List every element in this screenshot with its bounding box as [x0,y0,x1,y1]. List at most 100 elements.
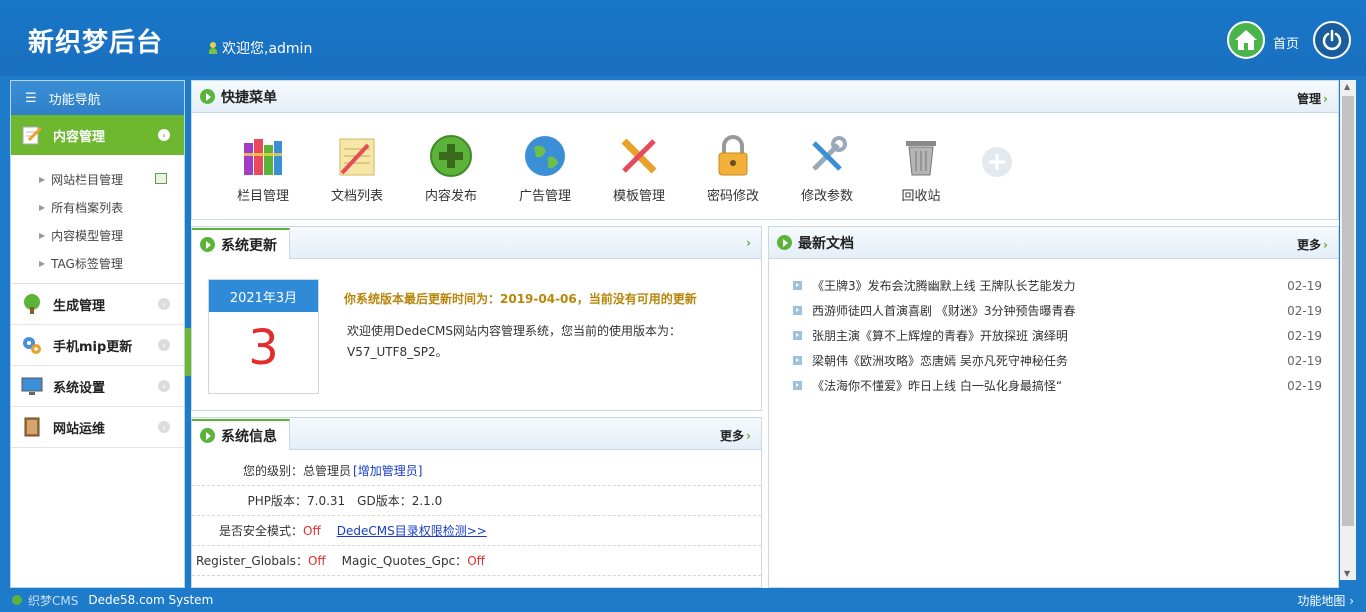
doc-title[interactable]: 《王牌3》发布会沈腾幽默上线 王牌队长艺能发力 [812,277,1287,294]
doc-date: 02-19 [1287,303,1322,318]
chevron-right-icon: › [158,421,170,433]
list-item[interactable]: 梁朝伟《欧洲攻略》恋唐嫣 吴亦凡死守神秘任务 02-19 [793,348,1322,373]
footer-bar: 织梦CMS Dede58.com System 功能地图 › [0,588,1366,612]
home-link[interactable]: 首页 [1273,33,1299,52]
system-info-more-link[interactable]: 更多 › [720,427,751,444]
tree-icon [24,294,40,314]
bullet-icon [793,306,802,315]
sidebar-item-mobile-mip[interactable]: 手机mip更新 › [11,325,184,366]
sidebar: ☰ 功能导航 内容管理 › ▶ 网站栏目管理 ▶ 所有档案列表 ▶ 内容模型管理… [10,80,185,588]
info-label: 您的级别： [242,464,303,478]
quick-item-label: 修改参数 [800,189,853,204]
scroll-thumb[interactable] [1342,96,1354,526]
submenu-item-content-models[interactable]: ▶ 内容模型管理 [39,221,184,249]
lock-icon [718,135,748,176]
books-icon [244,139,282,175]
doc-date: 02-19 [1287,353,1322,368]
submenu-label: TAG标签管理 [51,256,123,271]
scroll-down-icon[interactable]: ▼ [1344,569,1350,578]
permission-check-link[interactable]: DedeCMS目录权限检测>> [337,522,487,539]
system-info-list: 您的级别： 总管理员 [增加管理员] PHP版本： 7.0.31 GD版本： 2… [192,450,761,576]
chevron-right-icon: › [158,339,170,351]
sitemap-label: 功能地图 [1297,594,1346,608]
system-info-panel: 系统信息 更多 › 您的级别： 总管理员 [增加管理员] PHP版本： 7.0.3… [191,417,762,588]
home-button[interactable] [1227,21,1265,59]
quick-item-password[interactable]: 密码修改 [686,133,780,204]
submenu-item-all-archives[interactable]: ▶ 所有档案列表 [39,193,184,221]
arrow-circle-icon [777,235,792,250]
system-info-title: 系统信息 [221,428,277,445]
update-description: 欢迎使用DedeCMS网站内容管理系统，您当前的使用版本为：V57_UTF8_S… [347,324,681,359]
quick-item-columns[interactable]: 栏目管理 [216,133,310,204]
system-update-more-link[interactable]: › [744,236,751,250]
sidebar-item-site-ops[interactable]: 网站运维 › [11,407,184,448]
submenu: ▶ 网站栏目管理 ▶ 所有档案列表 ▶ 内容模型管理 ▶ TAG标签管理 [11,155,184,284]
doc-title[interactable]: 梁朝伟《欧洲攻略》恋唐嫣 吴亦凡死守神秘任务 [812,352,1287,369]
tab-system-update[interactable]: 系统更新 [192,228,290,259]
add-admin-link[interactable]: [增加管理员] [353,462,422,479]
wrench-screwdriver-icon [812,136,847,171]
quick-item-publish[interactable]: 内容发布 [404,133,498,204]
chevron-right-icon: › [1323,92,1328,106]
logout-button[interactable] [1313,21,1351,59]
info-value: 7.0.31 [307,493,346,508]
add-shortcut-icon[interactable]: + [982,147,1012,177]
sitemap-link[interactable]: 功能地图 › [1297,592,1354,609]
quick-item-label: 模板管理 [612,189,665,204]
bullet-icon [793,331,802,340]
info-row-level: 您的级别： 总管理员 [增加管理员] [192,456,761,486]
submenu-item-tag-management[interactable]: ▶ TAG标签管理 [39,249,184,277]
quick-item-ads[interactable]: 广告管理 [498,133,592,204]
add-column-icon[interactable] [155,173,167,184]
latest-docs-more-link[interactable]: 更多 › [1297,236,1328,253]
triangle-right-icon: ▶ [39,258,46,268]
quick-item-doc-list[interactable]: 文档列表 [310,133,404,204]
doc-title[interactable]: 张朋主演《算不上辉煌的青春》开放探班 演绎明 [812,327,1287,344]
system-update-panel: 系统更新 › 2021年3月 3 你系统版本最后更新时间为：2019-04-06… [191,226,762,411]
welcome-label: 欢迎您,admin [222,41,313,57]
latest-docs-list: 《王牌3》发布会沈腾幽默上线 王牌队长艺能发力 02-19 西游师徒四人首演喜剧… [769,259,1338,398]
monitor-icon [21,377,43,395]
sidebar-item-generate[interactable]: 生成管理 › [11,284,184,325]
doc-title[interactable]: 西游师徒四人首演喜剧 《财迷》3分钟预告曝青春 [812,302,1287,319]
calendar-month: 2021年3月 [209,280,318,312]
calendar-day: 3 [248,320,279,376]
sidebar-item-content-management[interactable]: 内容管理 › [11,115,184,155]
list-item[interactable]: 西游师徒四人首演喜剧 《财迷》3分钟预告曝青春 02-19 [793,298,1322,323]
list-item[interactable]: 张朋主演《算不上辉煌的青春》开放探班 演绎明 02-19 [793,323,1322,348]
scroll-up-icon[interactable]: ▲ [1344,82,1350,91]
footer-system-label: Dede58.com System [88,593,214,607]
info-label: Magic_Quotes_Gpc： [341,554,468,568]
info-row-safe-mode: 是否安全模式： Off DedeCMS目录权限检测>> [192,516,761,546]
info-label: GD版本： [357,494,412,508]
quick-item-recycle[interactable]: 回收站 [874,133,968,204]
list-item[interactable]: 《王牌3》发布会沈腾幽默上线 王牌队长艺能发力 02-19 [793,273,1322,298]
quick-menu-header: 快捷菜单 管理 › [192,81,1338,113]
notepad-icon [339,138,375,176]
user-icon [208,42,218,54]
info-value: Off [307,553,326,568]
quick-item-templates[interactable]: 模板管理 [592,133,686,204]
quick-item-params[interactable]: 修改参数 [780,133,874,204]
triangle-right-icon: ▶ [39,202,46,212]
more-label: 更多 [720,429,745,443]
quick-menu-items: 栏目管理 文档列表 内容发布 广告管理 模板管理 密码修改 修改参数 回收站 + [192,113,1338,204]
info-label: Register_Globals： [196,554,308,568]
quick-item-label: 内容发布 [424,189,477,204]
bullet-icon [793,281,802,290]
list-item[interactable]: 《法海你不懂爱》昨日上线 白一弘化身最搞怪“ 02-19 [793,373,1322,398]
app-logo: 新织梦后台 [28,28,164,58]
sidebar-item-label: 手机mip更新 [53,339,133,355]
quick-menu-manage-link[interactable]: 管理 › [1297,90,1328,107]
submenu-item-column-management[interactable]: ▶ 网站栏目管理 [39,165,184,193]
main-scrollbar[interactable]: ▲ ▼ [1340,80,1356,580]
doc-title[interactable]: 《法海你不懂爱》昨日上线 白一弘化身最搞怪“ [812,377,1287,394]
tab-system-info[interactable]: 系统信息 [192,419,290,450]
sidebar-item-system-settings[interactable]: 系统设置 › [11,366,184,407]
info-value: 2.1.0 [411,493,443,508]
info-label: PHP版本： [247,494,308,508]
chevron-right-icon: › [746,236,751,250]
quick-item-label: 回收站 [901,189,941,204]
update-status: 你系统版本最后更新时间为：2019-04-06，当前没有可用的更新 [344,292,697,306]
triangle-right-icon: ▶ [39,230,46,240]
